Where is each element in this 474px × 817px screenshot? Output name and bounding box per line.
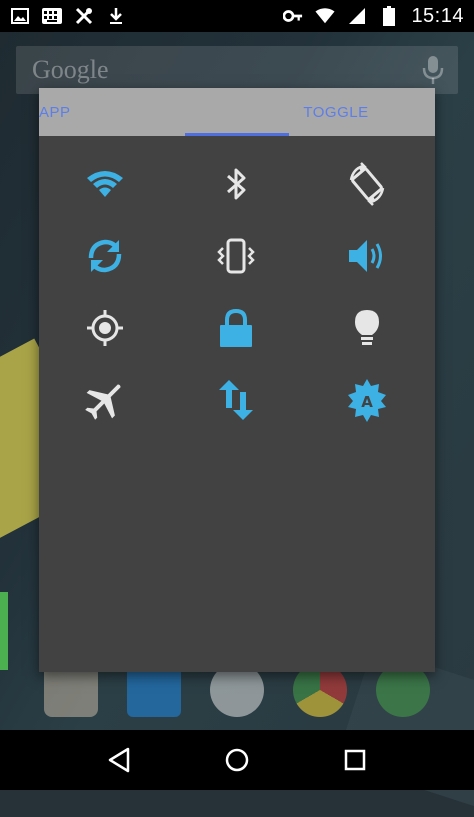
- navigation-bar: [0, 730, 474, 790]
- svg-text:A: A: [361, 393, 373, 411]
- quick-toggle-panel: APP TOGGLE A: [39, 88, 435, 672]
- lightbulb-icon: [354, 310, 379, 345]
- wifi-icon: [86, 171, 123, 197]
- tools-icon: [74, 6, 94, 26]
- data-arrows-icon: [218, 380, 253, 420]
- status-bar: 15:14: [0, 0, 474, 32]
- gps-icon: [86, 310, 123, 346]
- rotate-icon: [349, 162, 384, 206]
- back-button[interactable]: [99, 740, 139, 780]
- back-icon: [108, 747, 130, 773]
- signal-icon: [347, 6, 367, 26]
- wifi-icon: [315, 6, 335, 26]
- home-button[interactable]: [217, 740, 257, 780]
- tab-bar: APP TOGGLE: [39, 88, 435, 136]
- google-search-bar[interactable]: Google: [16, 46, 458, 94]
- status-time: 15:14: [411, 4, 464, 27]
- mic-icon[interactable]: [422, 55, 444, 85]
- toggle-grid: A: [39, 136, 435, 436]
- battery-icon: [379, 6, 399, 26]
- tab-app[interactable]: APP: [39, 88, 237, 136]
- image-icon: [10, 6, 30, 26]
- toggle-auto-brightness[interactable]: A: [301, 364, 432, 436]
- vpn-key-icon: [283, 6, 303, 26]
- toggle-wifi[interactable]: [39, 148, 170, 220]
- sync-icon: [88, 239, 121, 273]
- toggle-flashlight[interactable]: [301, 292, 432, 364]
- toggle-airplane-mode[interactable]: [39, 364, 170, 436]
- toggle-gps[interactable]: [39, 292, 170, 364]
- lock-icon: [219, 308, 252, 347]
- volume-icon: [348, 240, 382, 272]
- toggle-bluetooth[interactable]: [170, 148, 301, 220]
- tab-selected-indicator: [185, 133, 289, 136]
- toggle-sound[interactable]: [301, 220, 432, 292]
- keyboard-icon: [42, 6, 62, 26]
- bluetooth-icon: [226, 168, 245, 200]
- status-left-icons: [10, 6, 126, 26]
- recents-icon: [344, 749, 366, 771]
- toggle-mobile-data[interactable]: [170, 364, 301, 436]
- status-right-icons: 15:14: [283, 5, 464, 28]
- home-icon: [225, 748, 249, 772]
- vibrate-icon: [216, 238, 255, 274]
- toggle-auto-rotate[interactable]: [301, 148, 432, 220]
- google-logo: Google: [32, 55, 109, 84]
- recents-button[interactable]: [335, 740, 375, 780]
- download-icon: [106, 6, 126, 26]
- toggle-vibrate[interactable]: [170, 220, 301, 292]
- toggle-sync[interactable]: [39, 220, 170, 292]
- toggle-screen-lock[interactable]: [170, 292, 301, 364]
- brightness-auto-icon: A: [347, 379, 386, 422]
- airplane-icon: [84, 384, 121, 420]
- tab-toggle[interactable]: TOGGLE: [237, 88, 435, 136]
